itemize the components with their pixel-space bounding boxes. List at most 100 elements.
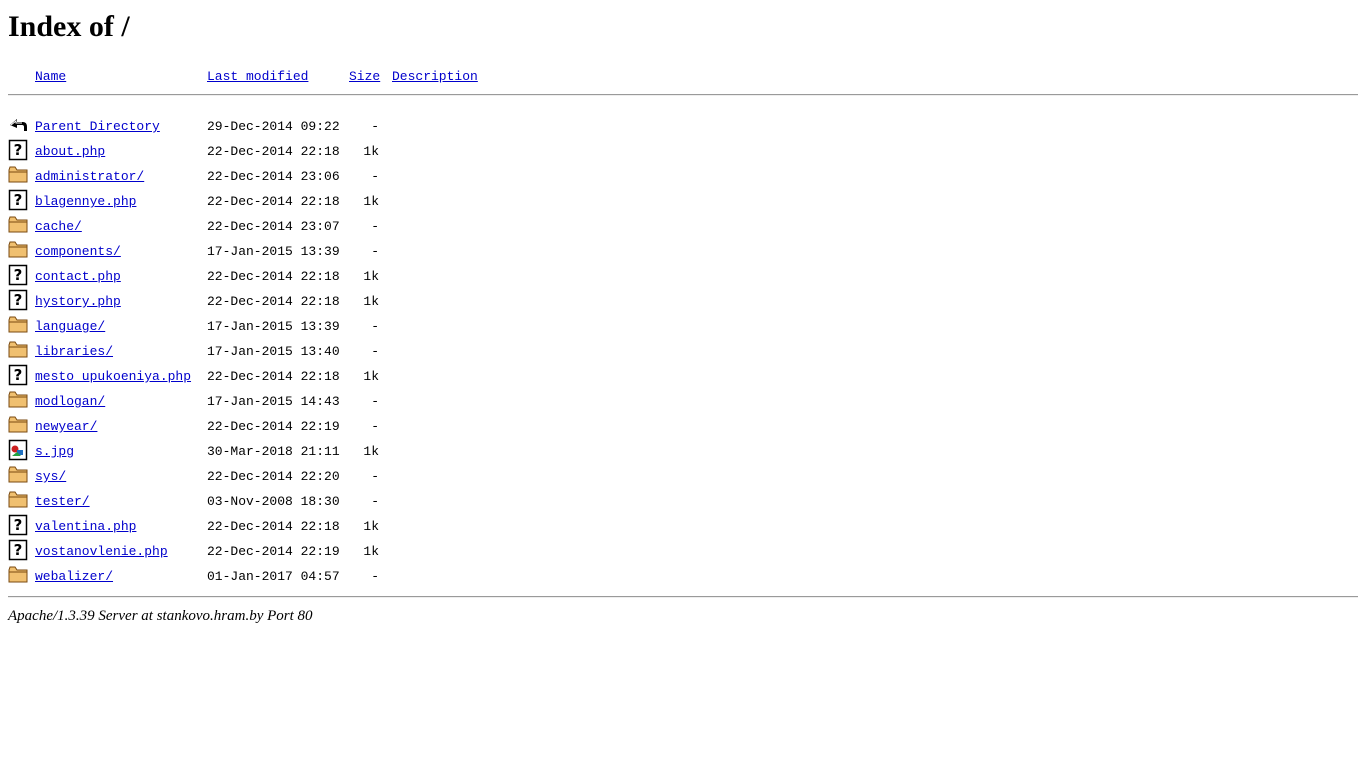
- unknown-file-icon: ?: [8, 289, 28, 311]
- svg-text:?: ?: [14, 266, 23, 284]
- list-item: ? hystory.php 22-Dec-2014 22:18 1k: [8, 289, 1358, 314]
- entry-name-link[interactable]: tester/: [35, 493, 90, 510]
- entry-name-link[interactable]: mesto_upukoeniya.php: [35, 368, 191, 385]
- entry-size: -: [371, 394, 379, 409]
- entry-name-link[interactable]: administrator/: [35, 168, 144, 185]
- file-list: Parent Directory 29-Dec-2014 09:22 -? about…: [8, 96, 1358, 596]
- entry-size: -: [371, 344, 379, 359]
- unknown-file-icon: ?: [8, 364, 28, 386]
- list-item: s.jpg 30-Mar-2018 21:11 1k: [8, 439, 1358, 464]
- folder-icon: [8, 339, 28, 361]
- list-item: newyear/22-Dec-2014 22:19 -: [8, 414, 1358, 439]
- entry-size: 1k: [363, 519, 379, 534]
- entry-last-modified: 22-Dec-2014 22:19: [207, 544, 340, 559]
- list-item: modlogan/17-Jan-2015 14:43 -: [8, 389, 1358, 414]
- entry-name-link[interactable]: modlogan/: [35, 393, 105, 410]
- entry-last-modified: 22-Dec-2014 23:06: [207, 169, 340, 184]
- sort-by-size-link[interactable]: Size: [349, 69, 380, 84]
- svg-text:?: ?: [14, 541, 23, 559]
- entry-last-modified: 03-Nov-2008 18:30: [207, 494, 340, 509]
- entry-size: -: [371, 219, 379, 234]
- list-item: ? valentina.php 22-Dec-2014 22:18 1k: [8, 514, 1358, 539]
- list-item: webalizer/01-Jan-2017 04:57 -: [8, 564, 1358, 589]
- entry-name-link[interactable]: sys/: [35, 468, 66, 485]
- entry-size: -: [371, 169, 379, 184]
- unknown-file-icon: ?: [8, 139, 28, 161]
- list-item: ? mesto_upukoeniya.php 22-Dec-2014 22:18 1k: [8, 364, 1358, 389]
- entry-name-link[interactable]: valentina.php: [35, 518, 136, 535]
- entry-size: 1k: [363, 269, 379, 284]
- folder-icon: [8, 314, 28, 336]
- page-title: Index of /: [8, 10, 130, 43]
- entry-last-modified: 17-Jan-2015 13:40: [207, 344, 340, 359]
- entry-name-link[interactable]: webalizer/: [35, 568, 113, 585]
- sort-by-description-link[interactable]: Description: [392, 69, 478, 84]
- entry-size: 1k: [363, 444, 379, 459]
- svg-text:?: ?: [14, 366, 23, 384]
- directory-listing-page: Index of / Name Last modified Size Descr…: [0, 0, 1366, 625]
- entry-name-link[interactable]: cache/: [35, 218, 82, 235]
- folder-icon: [8, 564, 28, 586]
- entry-last-modified: 17-Jan-2015 13:39: [207, 244, 340, 259]
- entry-name-link[interactable]: blagennye.php: [35, 193, 136, 210]
- list-item: ? about.php 22-Dec-2014 22:18 1k: [8, 139, 1358, 164]
- entry-last-modified: 01-Jan-2017 04:57: [207, 569, 340, 584]
- entry-size: 1k: [363, 194, 379, 209]
- entry-size: 1k: [363, 544, 379, 559]
- list-item: administrator/22-Dec-2014 23:06 -: [8, 164, 1358, 189]
- list-item: language/17-Jan-2015 13:39 -: [8, 314, 1358, 339]
- entry-size: -: [371, 494, 379, 509]
- entry-size: -: [371, 569, 379, 584]
- entry-size: 1k: [363, 144, 379, 159]
- sort-by-last-modified-link[interactable]: Last modified: [207, 69, 308, 84]
- column-header-row: Name Last modified Size Description: [8, 69, 1358, 94]
- entry-last-modified: 22-Dec-2014 22:18: [207, 294, 340, 309]
- list-item: components/17-Jan-2015 13:39 -: [8, 239, 1358, 264]
- list-item: Parent Directory 29-Dec-2014 09:22 -: [8, 114, 1358, 139]
- list-item: ? blagennye.php 22-Dec-2014 22:18 1k: [8, 189, 1358, 214]
- unknown-file-icon: ?: [8, 514, 28, 536]
- folder-icon: [8, 214, 28, 236]
- entry-last-modified: 17-Jan-2015 14:43: [207, 394, 340, 409]
- entry-name-link[interactable]: contact.php: [35, 268, 121, 285]
- entry-size: -: [371, 419, 379, 434]
- entry-last-modified: 22-Dec-2014 22:18: [207, 144, 340, 159]
- entry-last-modified: 22-Dec-2014 22:20: [207, 469, 340, 484]
- list-item: cache/22-Dec-2014 23:07 -: [8, 214, 1358, 239]
- list-item: tester/03-Nov-2008 18:30 -: [8, 489, 1358, 514]
- entry-name-link[interactable]: hystory.php: [35, 293, 121, 310]
- entry-name-link[interactable]: vostanovlenie.php: [35, 543, 168, 560]
- list-item: sys/22-Dec-2014 22:20 -: [8, 464, 1358, 489]
- entry-name-link[interactable]: language/: [35, 318, 105, 335]
- entry-last-modified: 22-Dec-2014 23:07: [207, 219, 340, 234]
- entry-last-modified: 22-Dec-2014 22:18: [207, 194, 340, 209]
- entry-name-link[interactable]: s.jpg: [35, 443, 74, 460]
- folder-icon: [8, 489, 28, 511]
- entry-name-link[interactable]: Parent Directory: [35, 118, 160, 135]
- server-signature: Apache/1.3.39 Server at stankovo.hram.by…: [8, 608, 313, 624]
- sort-by-name-link[interactable]: Name: [35, 69, 66, 84]
- folder-icon: [8, 414, 28, 436]
- folder-icon: [8, 464, 28, 486]
- back-arrow-icon: [8, 114, 28, 136]
- entry-size: -: [371, 319, 379, 334]
- entry-last-modified: 22-Dec-2014 22:18: [207, 369, 340, 384]
- svg-text:?: ?: [14, 141, 23, 159]
- entry-size: 1k: [363, 369, 379, 384]
- entry-last-modified: 22-Dec-2014 22:18: [207, 519, 340, 534]
- entry-last-modified: 30-Mar-2018 21:11: [207, 444, 340, 459]
- entry-name-link[interactable]: libraries/: [35, 343, 113, 360]
- list-item: libraries/17-Jan-2015 13:40 -: [8, 339, 1358, 364]
- entry-name-link[interactable]: newyear/: [35, 418, 97, 435]
- entry-size: -: [371, 244, 379, 259]
- entry-size: -: [371, 119, 379, 134]
- folder-icon: [8, 164, 28, 186]
- unknown-file-icon: ?: [8, 264, 28, 286]
- entry-name-link[interactable]: about.php: [35, 143, 105, 160]
- unknown-file-icon: ?: [8, 189, 28, 211]
- entry-size: -: [371, 469, 379, 484]
- list-item: ? vostanovlenie.php 22-Dec-2014 22:19 1k: [8, 539, 1358, 564]
- entry-last-modified: 22-Dec-2014 22:18: [207, 269, 340, 284]
- image-file-icon: [8, 439, 28, 461]
- entry-name-link[interactable]: components/: [35, 243, 121, 260]
